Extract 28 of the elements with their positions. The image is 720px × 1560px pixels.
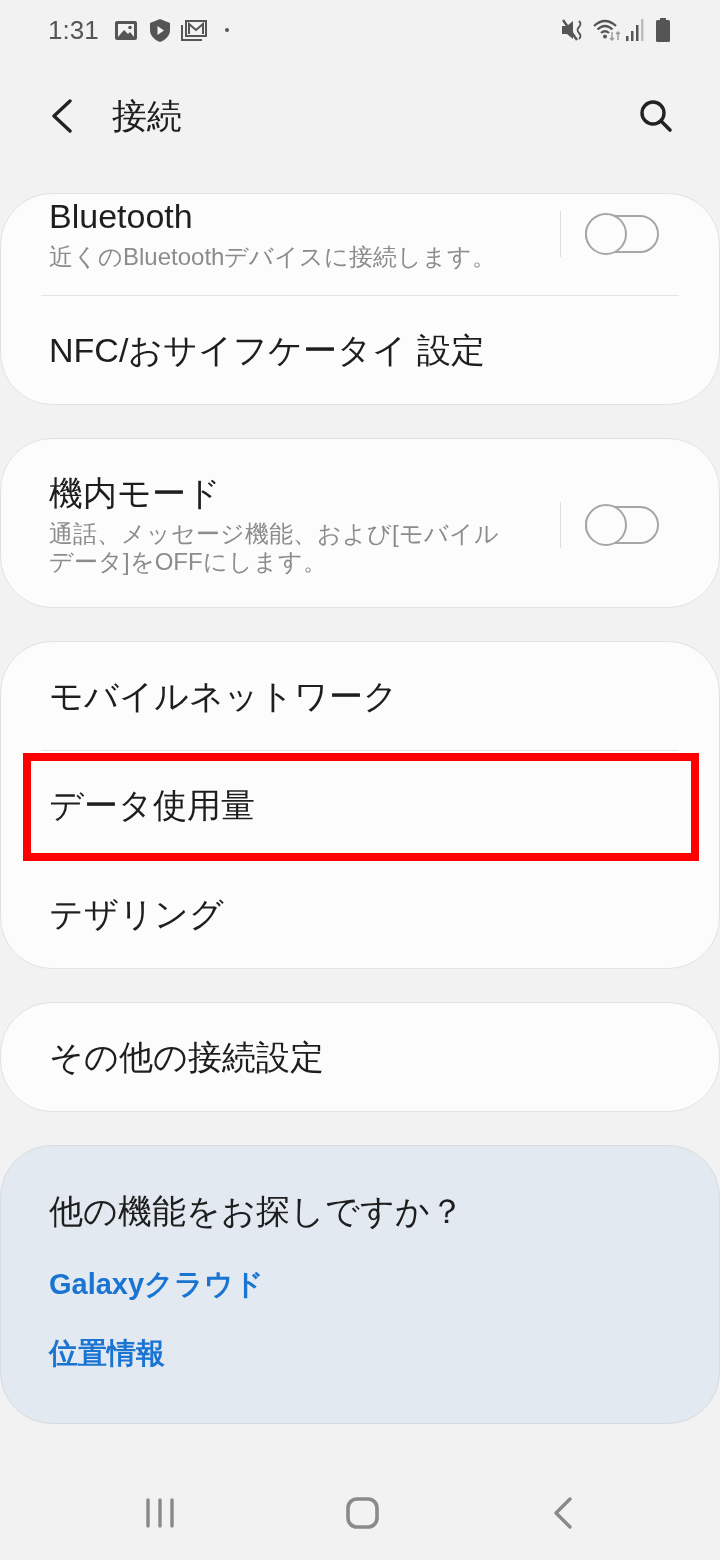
battery-icon <box>656 18 670 42</box>
setting-description: 通話、メッセージ機能、および[モバイルデータ]をOFFにします。 <box>49 520 500 576</box>
back-nav-icon <box>554 1497 572 1529</box>
image-icon <box>114 20 137 40</box>
suggestion-title: 他の機能をお探しですか？ <box>49 1191 464 1231</box>
shield-icon <box>149 18 170 42</box>
menu-item[interactable]: その他の接続設定 <box>1 1003 719 1111</box>
toggle-switch[interactable] <box>585 213 659 255</box>
mail-icon <box>180 19 207 41</box>
menu-item[interactable]: NFC/おサイフケータイ 設定 <box>1 296 719 404</box>
menu-item[interactable]: データ使用量 <box>1 751 719 859</box>
setting-description: 近くのBluetoothデバイスに接続します。 <box>49 243 498 271</box>
toggle-switch[interactable] <box>585 504 659 546</box>
wifi-icon <box>593 19 621 41</box>
home-icon <box>345 1497 379 1529</box>
menu-item[interactable]: モバイルネットワーク <box>1 642 719 750</box>
page-title: 接続 <box>112 95 182 137</box>
setting-title: Bluetooth <box>49 197 193 235</box>
recent-apps-icon <box>146 1498 174 1528</box>
back-icon <box>51 99 73 133</box>
search-icon <box>639 99 673 133</box>
status-time: 1:31 <box>48 15 99 45</box>
suggestion-link[interactable]: Galaxyクラウド <box>49 1266 265 1302</box>
signal-icon <box>626 19 644 41</box>
mute-icon <box>562 19 583 41</box>
menu-item[interactable]: テザリング <box>1 860 719 968</box>
setting-title: 機内モード <box>49 474 221 512</box>
suggestion-link[interactable]: 位置情報 <box>49 1335 165 1371</box>
